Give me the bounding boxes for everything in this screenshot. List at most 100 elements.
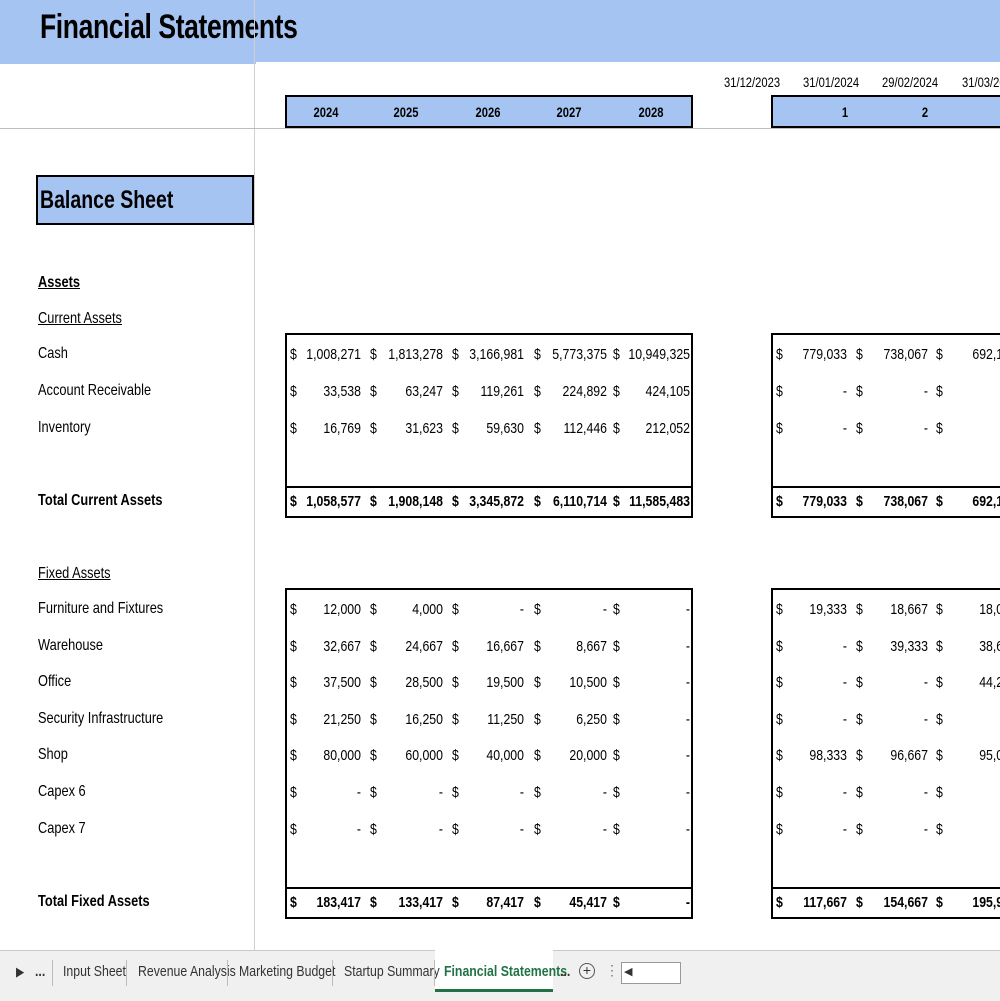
monthly-value-cell[interactable]: 195,91 <box>953 894 1000 911</box>
monthly-value-cell[interactable]: 779,033 <box>790 493 847 510</box>
annual-value-cell[interactable]: 12,000 <box>287 601 361 618</box>
annual-value-cell[interactable]: 224,892 <box>533 383 607 400</box>
annual-value-cell[interactable]: 6,250 <box>533 711 607 728</box>
annual-value-cell[interactable]: 1,008,271 <box>287 346 361 363</box>
annual-value-cell[interactable]: 21,250 <box>287 711 361 728</box>
monthly-value-cell[interactable]: - <box>871 821 928 838</box>
monthly-value-cell[interactable]: 44,25 <box>953 674 1000 691</box>
date-header[interactable]: 31/03/2024 <box>962 74 1000 90</box>
annual-value-cell[interactable]: - <box>450 821 524 838</box>
annual-value-cell[interactable]: 59,630 <box>450 420 524 437</box>
annual-value-cell[interactable]: 20,000 <box>533 747 607 764</box>
annual-value-cell[interactable]: 4,000 <box>369 601 443 618</box>
annual-value-cell[interactable]: - <box>616 674 690 691</box>
monthly-value-cell[interactable]: - <box>790 638 847 655</box>
annual-value-cell[interactable]: - <box>533 601 607 618</box>
annual-value-cell[interactable]: - <box>616 711 690 728</box>
annual-value-cell[interactable]: 11,585,483 <box>616 493 690 510</box>
annual-value-cell[interactable]: - <box>450 784 524 801</box>
year-header[interactable]: 2027 <box>553 104 585 120</box>
annual-value-cell[interactable]: - <box>616 821 690 838</box>
monthly-value-cell[interactable]: 738,067 <box>871 346 928 363</box>
annual-value-cell[interactable]: 24,667 <box>369 638 443 655</box>
tab-more-right[interactable]: ... <box>560 952 570 992</box>
monthly-value-cell[interactable]: - <box>871 784 928 801</box>
monthly-value-cell[interactable]: 692,10 <box>953 346 1000 363</box>
annual-value-cell[interactable]: 5,773,375 <box>533 346 607 363</box>
annual-value-cell[interactable]: - <box>616 784 690 801</box>
annual-value-cell[interactable]: - <box>369 784 443 801</box>
date-header[interactable]: 29/02/2024 <box>882 74 938 90</box>
annual-value-cell[interactable]: - <box>287 821 361 838</box>
annual-value-cell[interactable]: 87,417 <box>450 894 524 911</box>
annual-value-cell[interactable]: 45,417 <box>533 894 607 911</box>
annual-value-cell[interactable]: 1,813,278 <box>369 346 443 363</box>
monthly-value-cell[interactable]: 154,667 <box>871 894 928 911</box>
annual-value-cell[interactable]: 3,166,981 <box>450 346 524 363</box>
annual-value-cell[interactable]: 10,949,325 <box>616 346 690 363</box>
monthly-value-cell[interactable]: - <box>953 784 1000 801</box>
tab-startup-summary[interactable]: Startup Summary <box>344 952 440 992</box>
tab-input-sheet[interactable]: Input Sheet <box>63 952 126 992</box>
monthly-value-cell[interactable]: - <box>953 821 1000 838</box>
monthly-value-cell[interactable]: - <box>790 821 847 838</box>
annual-value-cell[interactable]: 80,000 <box>287 747 361 764</box>
annual-value-cell[interactable]: 1,908,148 <box>369 493 443 510</box>
monthly-value-cell[interactable]: - <box>871 711 928 728</box>
annual-value-cell[interactable]: - <box>369 821 443 838</box>
annual-value-cell[interactable]: - <box>287 784 361 801</box>
monthly-value-cell[interactable]: - <box>871 420 928 437</box>
tab-marketing-budget[interactable]: Marketing Budget <box>239 952 335 992</box>
annual-value-cell[interactable]: 37,500 <box>287 674 361 691</box>
annual-value-cell[interactable]: 3,345,872 <box>450 493 524 510</box>
annual-value-cell[interactable]: - <box>450 601 524 618</box>
annual-value-cell[interactable]: - <box>616 638 690 655</box>
monthly-value-cell[interactable]: - <box>953 383 1000 400</box>
add-sheet-icon[interactable]: + <box>579 963 595 979</box>
annual-value-cell[interactable]: 212,052 <box>616 420 690 437</box>
annual-value-cell[interactable]: 31,623 <box>369 420 443 437</box>
annual-value-cell[interactable]: 40,000 <box>450 747 524 764</box>
monthly-value-cell[interactable]: 738,067 <box>871 493 928 510</box>
annual-value-cell[interactable]: 16,250 <box>369 711 443 728</box>
monthly-value-cell[interactable]: 18,667 <box>871 601 928 618</box>
annual-value-cell[interactable]: 8,667 <box>533 638 607 655</box>
annual-value-cell[interactable]: 16,667 <box>450 638 524 655</box>
monthly-value-cell[interactable]: - <box>790 784 847 801</box>
annual-value-cell[interactable]: - <box>533 821 607 838</box>
monthly-value-cell[interactable]: - <box>953 711 1000 728</box>
date-header[interactable]: 31/01/2024 <box>803 74 859 90</box>
year-header[interactable]: 2026 <box>472 104 504 120</box>
annual-value-cell[interactable]: - <box>533 784 607 801</box>
monthly-value-cell[interactable]: - <box>790 420 847 437</box>
scroll-left-icon[interactable]: ◀ <box>624 965 632 978</box>
annual-value-cell[interactable]: 11,250 <box>450 711 524 728</box>
monthly-value-cell[interactable]: - <box>871 674 928 691</box>
tab-more-left[interactable]: ... <box>35 952 45 992</box>
period-header[interactable]: 2 <box>917 104 933 120</box>
annual-value-cell[interactable]: 16,769 <box>287 420 361 437</box>
annual-value-cell[interactable]: 133,417 <box>369 894 443 911</box>
monthly-value-cell[interactable]: - <box>871 383 928 400</box>
monthly-value-cell[interactable]: 18,00 <box>953 601 1000 618</box>
monthly-value-cell[interactable]: 95,00 <box>953 747 1000 764</box>
tab-revenue-analysis[interactable]: Revenue Analysis <box>138 952 236 992</box>
monthly-value-cell[interactable]: - <box>790 383 847 400</box>
monthly-value-cell[interactable]: 692,10 <box>953 493 1000 510</box>
monthly-value-cell[interactable]: 96,667 <box>871 747 928 764</box>
monthly-value-cell[interactable]: 38,66 <box>953 638 1000 655</box>
annual-value-cell[interactable]: 1,058,577 <box>287 493 361 510</box>
annual-value-cell[interactable]: 32,667 <box>287 638 361 655</box>
annual-value-cell[interactable]: 10,500 <box>533 674 607 691</box>
date-header[interactable]: 31/12/2023 <box>724 74 780 90</box>
annual-value-cell[interactable]: 112,446 <box>533 420 607 437</box>
year-header[interactable]: 2024 <box>310 104 342 120</box>
year-header[interactable]: 2025 <box>390 104 422 120</box>
annual-value-cell[interactable]: - <box>616 747 690 764</box>
annual-value-cell[interactable]: 63,247 <box>369 383 443 400</box>
tab-scroll-right-icon[interactable]: ▶ <box>16 952 24 992</box>
annual-value-cell[interactable]: 60,000 <box>369 747 443 764</box>
annual-value-cell[interactable]: 6,110,714 <box>533 493 607 510</box>
annual-value-cell[interactable]: - <box>616 601 690 618</box>
annual-value-cell[interactable]: 183,417 <box>287 894 361 911</box>
